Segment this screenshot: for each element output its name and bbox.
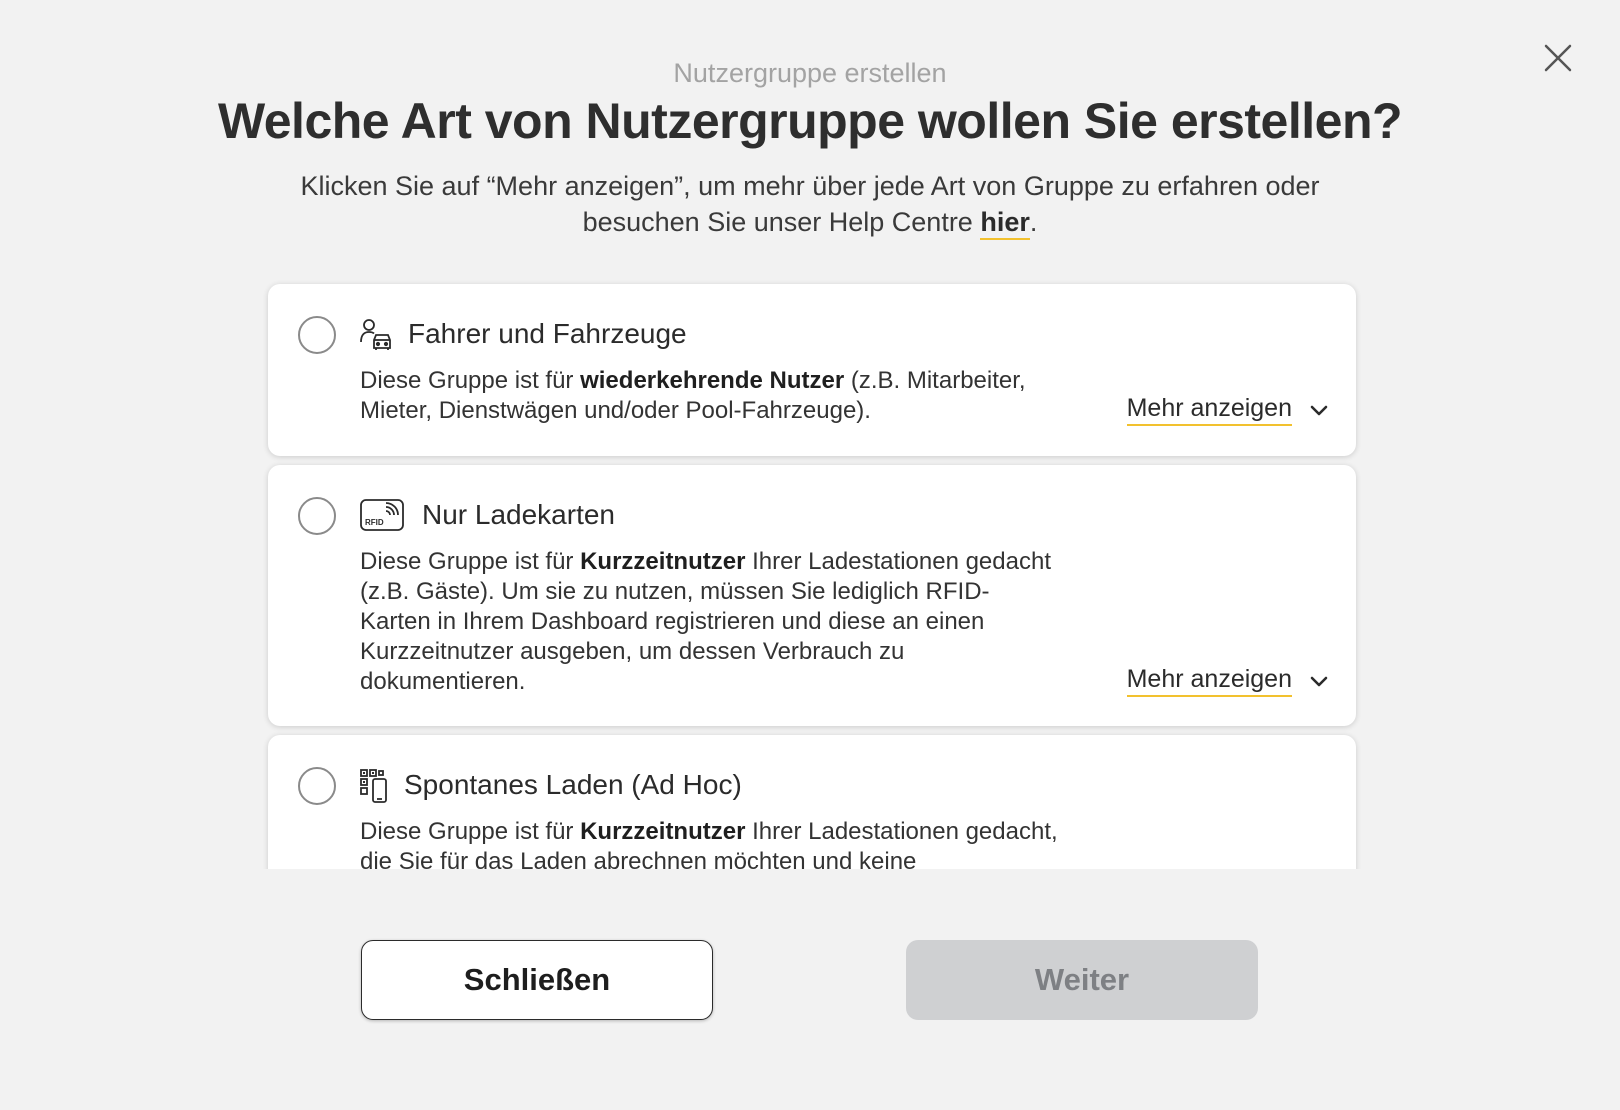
show-more-toggle[interactable]: Mehr anzeigen: [1126, 665, 1330, 697]
help-centre-link[interactable]: hier: [980, 207, 1030, 240]
desc-bold: wiederkehrende Nutzer: [580, 367, 845, 394]
subtitle-text: Klicken Sie auf “Mehr anzeigen”, um mehr…: [300, 171, 1320, 237]
close-button[interactable]: Schließen: [361, 940, 713, 1020]
desc-pre: Diese Gruppe ist für: [360, 548, 581, 575]
dialog-eyebrow: Nutzergruppe erstellen: [673, 58, 947, 88]
group-type-list[interactable]: Fahrer und Fahrzeuge Diese Gruppe ist fü…: [262, 278, 1362, 869]
option-card-drivers-vehicles[interactable]: Fahrer und Fahrzeuge Diese Gruppe ist fü…: [268, 284, 1356, 456]
show-more-toggle[interactable]: Mehr anzeigen: [1126, 394, 1330, 426]
radio-drivers-vehicles[interactable]: [298, 316, 336, 354]
desc-bold: Kurzzeitnutzer: [580, 818, 746, 845]
option-description: Diese Gruppe ist für Kurzzeitnutzer Ihre…: [360, 817, 1060, 869]
option-title: Spontanes Laden (Ad Hoc): [404, 769, 742, 800]
show-more-label[interactable]: Mehr anzeigen: [1126, 665, 1292, 697]
chevron-down-icon: [1310, 676, 1328, 687]
dialog-subtitle: Klicken Sie auf “Mehr anzeigen”, um mehr…: [260, 168, 1360, 240]
radio-charging-cards[interactable]: [298, 497, 336, 535]
option-card-charging-cards[interactable]: RFID Nur Ladekarten Diese Gruppe ist für…: [268, 465, 1356, 726]
dialog-title: Welche Art von Nutzergruppe wollen Sie e…: [217, 93, 1403, 149]
rfid-card-icon: RFID: [360, 499, 404, 531]
show-more-label[interactable]: Mehr anzeigen: [1126, 394, 1292, 426]
desc-pre: Diese Gruppe ist für: [360, 818, 581, 845]
qr-phone-icon: [360, 769, 392, 803]
chevron-down-icon: [1310, 405, 1328, 416]
option-description: Diese Gruppe ist für wiederkehrende Nutz…: [360, 366, 1060, 426]
radio-ad-hoc[interactable]: [298, 767, 336, 805]
option-description: Diese Gruppe ist für Kurzzeitnutzer Ihre…: [360, 547, 1060, 697]
next-button[interactable]: Weiter: [906, 940, 1258, 1020]
driver-car-icon: [360, 318, 392, 350]
option-card-ad-hoc[interactable]: Spontanes Laden (Ad Hoc) Diese Gruppe is…: [268, 735, 1356, 869]
create-user-group-dialog: Nutzergruppe erstellen Welche Art von Nu…: [0, 0, 1620, 1110]
option-title: Fahrer und Fahrzeuge: [408, 318, 687, 349]
desc-bold: Kurzzeitnutzer: [580, 548, 746, 575]
rfid-icon-text: RFID: [365, 518, 384, 527]
subtitle-suffix: .: [1029, 207, 1038, 237]
desc-pre: Diese Gruppe ist für: [360, 367, 581, 394]
option-title: Nur Ladekarten: [422, 499, 616, 530]
